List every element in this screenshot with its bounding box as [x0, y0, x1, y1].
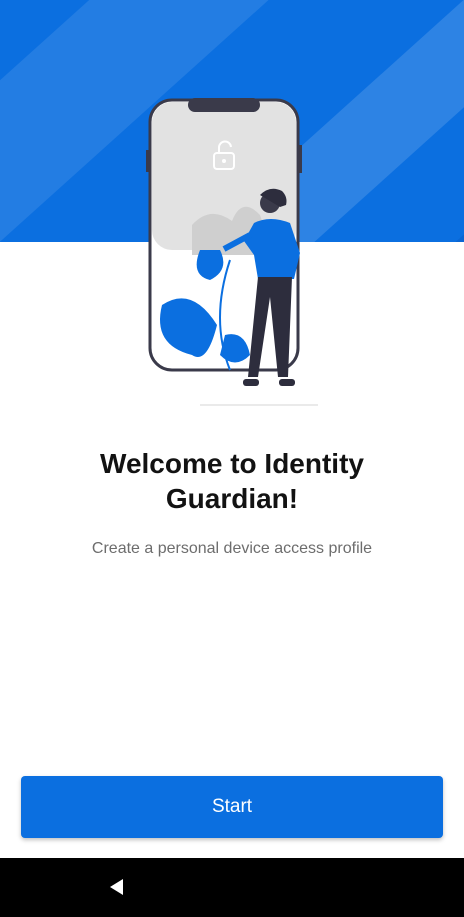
system-nav-bar — [0, 858, 464, 917]
start-button[interactable]: Start — [21, 776, 443, 838]
back-triangle-icon — [110, 879, 123, 895]
phone-notch — [188, 98, 260, 112]
welcome-subtitle: Create a personal device access profile — [91, 540, 373, 557]
back-button[interactable] — [100, 870, 134, 904]
welcome-title: Welcome to Identity Guardian! — [100, 448, 364, 514]
woman-with-phone-illustration — [146, 98, 318, 406]
